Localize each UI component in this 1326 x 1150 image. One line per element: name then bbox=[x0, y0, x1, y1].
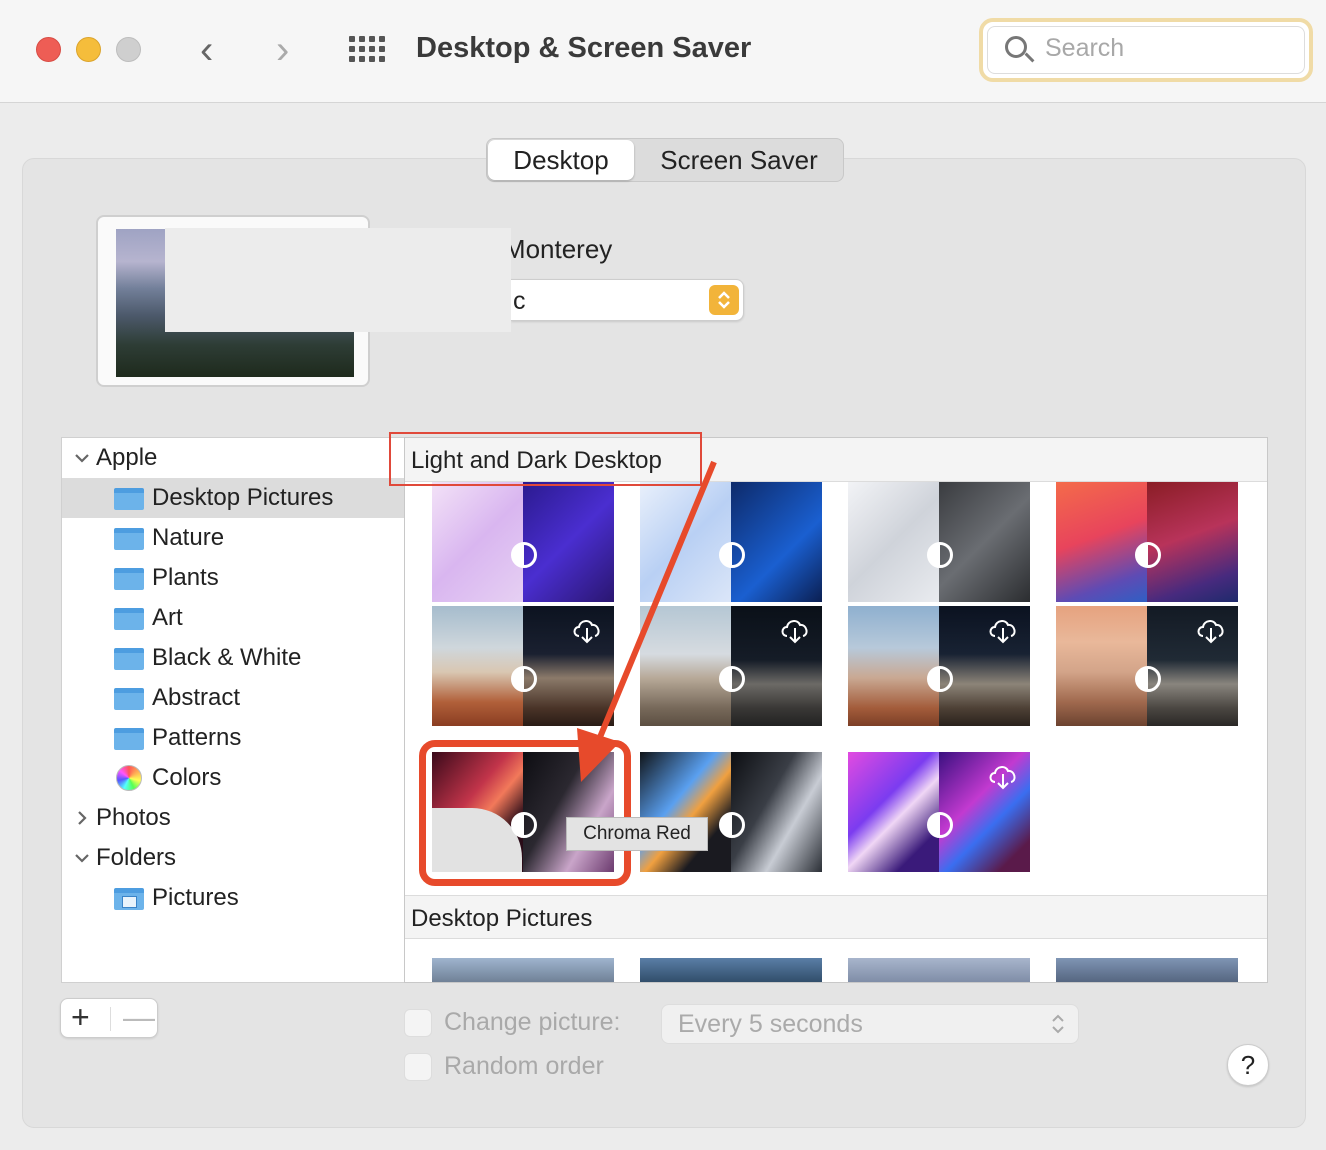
change-picture-checkbox[interactable] bbox=[404, 1009, 432, 1037]
change-interval-value: Every 5 seconds bbox=[678, 1010, 863, 1038]
help-button[interactable]: ? bbox=[1227, 1044, 1269, 1086]
annotation-arrow-icon bbox=[577, 460, 717, 782]
change-interval-select[interactable]: Every 5 seconds bbox=[661, 1004, 1079, 1044]
remove-button[interactable]: — bbox=[123, 999, 155, 1036]
add-remove-control: + — bbox=[60, 998, 158, 1038]
random-order-label: Random order bbox=[444, 1052, 604, 1080]
add-button[interactable]: + bbox=[71, 999, 90, 1036]
divider bbox=[110, 1007, 111, 1031]
change-picture-label: Change picture: bbox=[444, 1008, 621, 1036]
chevron-updown-icon bbox=[1052, 1014, 1064, 1034]
tooltip: Chroma Red bbox=[566, 817, 708, 851]
random-order-checkbox[interactable] bbox=[404, 1053, 432, 1081]
